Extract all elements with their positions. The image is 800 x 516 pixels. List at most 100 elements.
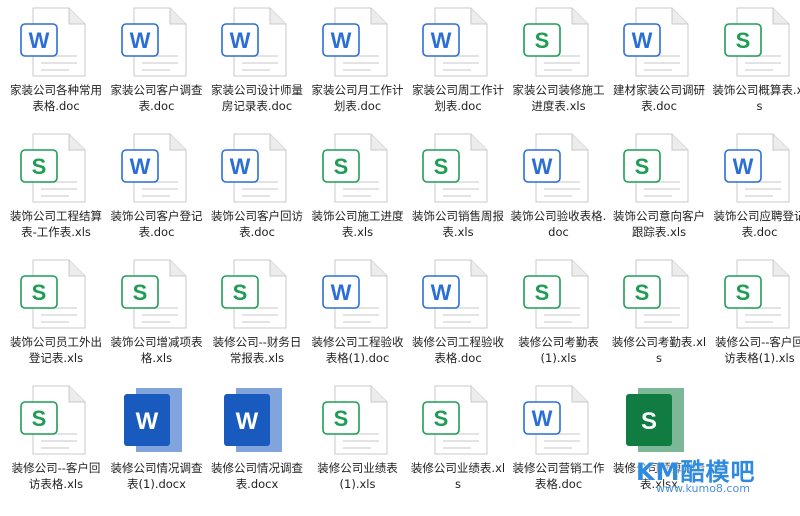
file-item[interactable]: S 装饰公司增减项表格.xls — [107, 252, 207, 378]
file-item[interactable]: W 装饰公司客户登记表.doc — [107, 126, 207, 252]
file-item[interactable]: S 装修公司考勤表.xls — [609, 252, 709, 378]
file-item[interactable]: S 装修公司--客户回访表格(1).xls — [710, 252, 800, 378]
spreadsheet-icon: S — [19, 384, 89, 456]
svg-text:S: S — [333, 406, 348, 431]
file-name: 装饰公司销售周报表.xls — [412, 209, 504, 239]
file-name: 建材家装公司调研表.doc — [613, 83, 705, 113]
svg-text:W: W — [732, 154, 753, 179]
spreadsheet-icon: S — [622, 258, 692, 330]
file-item[interactable]: S 装修公司--客户回访表格.xls — [6, 378, 106, 504]
spreadsheet-icon: S — [723, 258, 793, 330]
file-item[interactable]: W 建材家装公司调研表.doc — [609, 0, 709, 126]
file-item[interactable]: W 装饰公司应聘登记表.doc — [710, 126, 800, 252]
file-name: 装修公司--财务日常报表.xls — [212, 335, 302, 365]
file-item[interactable]: W 装修公司情况调查表.docx — [207, 378, 307, 504]
file-item[interactable]: S 装饰公司概算表.xls — [710, 0, 800, 126]
svg-text:W: W — [632, 28, 653, 53]
watermark: KM酷模吧 www.kumo8.com — [636, 452, 796, 502]
svg-text:S: S — [32, 280, 47, 305]
file-name: 装饰公司工程结算表-工作表.xls — [10, 209, 102, 239]
file-item[interactable]: S 装饰公司工程结算表-工作表.xls — [6, 126, 106, 252]
file-name: 装饰公司客户登记表.doc — [110, 209, 203, 239]
file-item[interactable]: W 家装公司各种常用表格.doc — [6, 0, 106, 126]
file-item[interactable]: W 家装公司月工作计划表.doc — [308, 0, 408, 126]
word-document-icon: W — [120, 132, 190, 204]
file-item[interactable]: S 装修公司--财务日常报表.xls — [207, 252, 307, 378]
file-name: 家装公司客户调查表.doc — [110, 83, 203, 113]
svg-text:W: W — [431, 28, 452, 53]
file-item[interactable]: W 家装公司周工作计划表.doc — [408, 0, 508, 126]
file-name: 装饰公司应聘登记表.doc — [713, 209, 800, 239]
svg-text:W: W — [330, 28, 351, 53]
svg-text:W: W — [135, 408, 158, 435]
svg-text:S: S — [635, 154, 650, 179]
word-document-icon: W — [120, 6, 190, 78]
svg-text:S: S — [333, 154, 348, 179]
file-name: 装饰公司客户回访表.doc — [211, 209, 303, 239]
file-name: 装修公司--客户回访表格.xls — [11, 461, 101, 491]
file-item[interactable]: W 装修公司工程验收表格.doc — [408, 252, 508, 378]
file-name: 装修公司情况调查表(1).docx — [110, 461, 203, 491]
svg-text:S: S — [233, 280, 248, 305]
file-item[interactable]: W 家装公司设计师量房记录表.doc — [207, 0, 307, 126]
spreadsheet-icon: S — [321, 384, 391, 456]
file-name: 装饰公司员工外出登记表.xls — [10, 335, 102, 365]
word-document-icon: W — [220, 132, 290, 204]
file-item[interactable]: W 家装公司客户调查表.doc — [107, 0, 207, 126]
file-item[interactable]: S 装修公司业绩表.xls — [408, 378, 508, 504]
word-docx-icon: W — [120, 384, 190, 456]
file-name: 装修公司--客户回访表格(1).xls — [715, 335, 800, 365]
spreadsheet-icon: S — [321, 132, 391, 204]
file-name: 装饰公司验收表格.doc — [510, 209, 607, 239]
word-document-icon: W — [321, 258, 391, 330]
file-name: 家装公司周工作计划表.doc — [412, 83, 504, 113]
spreadsheet-icon: S — [522, 6, 592, 78]
svg-text:S: S — [434, 154, 449, 179]
svg-text:W: W — [236, 408, 259, 435]
file-name: 装饰公司概算表.xls — [712, 83, 800, 113]
word-document-icon: W — [19, 6, 89, 78]
svg-text:W: W — [431, 280, 452, 305]
file-item[interactable]: W 装修公司工程验收表格(1).doc — [308, 252, 408, 378]
file-item[interactable]: W 装修公司营销工作表格.doc — [509, 378, 609, 504]
file-name: 装饰公司施工进度表.xls — [311, 209, 404, 239]
file-item[interactable]: S 家装公司装修施工进度表.xls — [509, 0, 609, 126]
svg-text:S: S — [641, 408, 657, 435]
spreadsheet-icon: S — [220, 258, 290, 330]
svg-text:S: S — [132, 280, 147, 305]
file-item[interactable]: W 装饰公司客户回访表.doc — [207, 126, 307, 252]
word-document-icon: W — [723, 132, 793, 204]
spreadsheet-icon: S — [19, 258, 89, 330]
word-document-icon: W — [421, 258, 491, 330]
file-name: 装修公司考勤表.xls — [611, 335, 707, 365]
svg-text:W: W — [129, 154, 150, 179]
file-item[interactable]: S 装修公司业绩表(1).xls — [308, 378, 408, 504]
svg-text:W: W — [531, 406, 552, 431]
svg-text:W: W — [230, 154, 251, 179]
file-explorer-grid: W 家装公司各种常用表格.doc W 家装公司客户调查表.doc W 家装公司设计师量房记… — [0, 0, 800, 516]
file-name: 家装公司设计师量房记录表.doc — [211, 83, 303, 113]
svg-text:S: S — [32, 406, 47, 431]
word-document-icon: W — [421, 6, 491, 78]
file-name: 装修公司业绩表(1).xls — [317, 461, 398, 491]
svg-text:S: S — [434, 406, 449, 431]
word-docx-icon: W — [220, 384, 290, 456]
file-item[interactable]: S 装饰公司意向客户跟踪表.xls — [609, 126, 709, 252]
word-document-icon: W — [622, 6, 692, 78]
file-name: 家装公司各种常用表格.doc — [10, 83, 102, 113]
spreadsheet-icon: S — [421, 384, 491, 456]
file-item[interactable]: S 装饰公司施工进度表.xls — [308, 126, 408, 252]
word-document-icon: W — [522, 384, 592, 456]
file-name: 装修公司工程验收表格.doc — [412, 335, 504, 365]
file-name: 装修公司工程验收表格(1).doc — [311, 335, 404, 365]
file-item[interactable]: W 装修公司情况调查表(1).docx — [107, 378, 207, 504]
file-item[interactable]: S 装饰公司销售周报表.xls — [408, 126, 508, 252]
file-name: 家装公司月工作计划表.doc — [311, 83, 404, 113]
file-item[interactable]: W 装饰公司验收表格.doc — [509, 126, 609, 252]
file-item[interactable]: S 装饰公司员工外出登记表.xls — [6, 252, 106, 378]
file-name: 装饰公司增减项表格.xls — [110, 335, 203, 365]
file-name: 装修公司营销工作表格.doc — [512, 461, 605, 491]
watermark-url: www.kumo8.com — [656, 482, 750, 495]
file-item[interactable]: S 装修公司考勤表(1).xls — [509, 252, 609, 378]
word-document-icon: W — [522, 132, 592, 204]
